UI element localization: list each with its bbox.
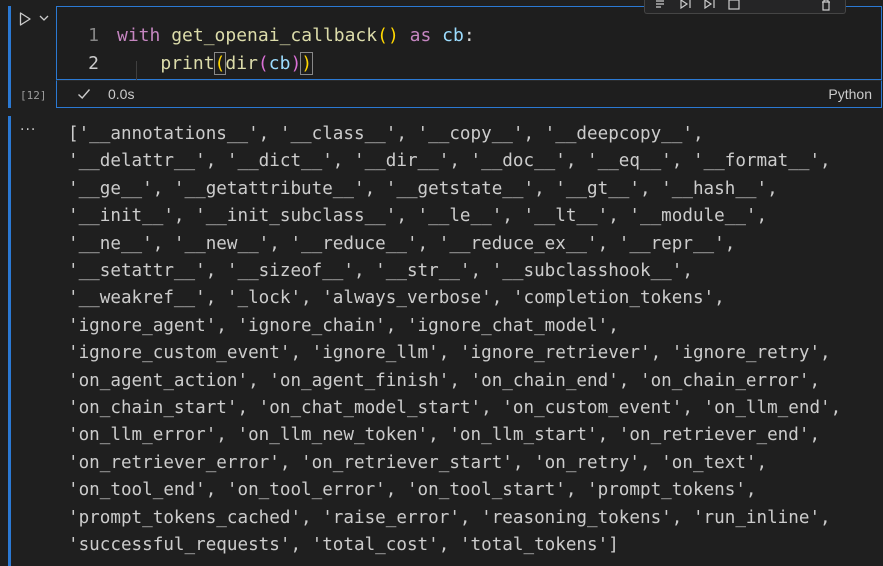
- paren-token: (: [257, 52, 269, 74]
- cell-toolbar: [644, 0, 846, 14]
- code-editor[interactable]: 1 with get_openai_callback() as cb: 2 pr…: [56, 6, 882, 85]
- paren-token: (: [213, 51, 227, 75]
- split-cell-icon[interactable]: [727, 0, 741, 12]
- paren-token: ): [290, 52, 302, 74]
- execution-count: [12]: [20, 89, 47, 102]
- run-cell-button[interactable]: [16, 10, 34, 28]
- function-token: dir: [225, 52, 258, 74]
- line-number: 1: [88, 24, 99, 46]
- output-line: 'on_chain_start', 'on_chat_model_start',…: [68, 398, 842, 419]
- colon-token: :: [463, 24, 475, 46]
- variable-token: cb: [442, 24, 464, 46]
- run-below-icon[interactable]: [703, 0, 717, 12]
- function-token: print: [160, 52, 215, 74]
- output-line: '__setattr__', '__sizeof__', '__str__', …: [68, 261, 693, 282]
- output-line: 'on_tool_end', 'on_tool_error', 'on_tool…: [68, 480, 757, 501]
- cell-focus-bar: [8, 6, 11, 108]
- code-line: 1 with get_openai_callback() as cb:: [57, 22, 475, 48]
- output-line: 'successful_requests', 'total_cost', 'to…: [68, 535, 619, 556]
- cell-output: ['__annotations__', '__class__', '__copy…: [68, 121, 880, 560]
- play-icon: [19, 12, 31, 26]
- run-above-icon[interactable]: [679, 0, 693, 12]
- check-icon: [78, 89, 91, 100]
- language-selector[interactable]: Python: [828, 86, 872, 102]
- output-line: 'on_llm_error', 'on_llm_new_token', 'on_…: [68, 425, 821, 446]
- paren-token: ): [300, 51, 314, 75]
- execute-above-icon[interactable]: [655, 0, 669, 12]
- variable-token: cb: [268, 52, 291, 74]
- line-number: 2: [88, 52, 99, 74]
- code-line: 2 print(dir(cb)): [57, 50, 314, 76]
- output-line: '__ge__', '__getattribute__', '__getstat…: [68, 178, 778, 199]
- output-line: 'prompt_tokens_cached', 'raise_error', '…: [68, 507, 831, 528]
- notebook-view: [12] 1 with get_openai_callback() as cb:…: [0, 0, 883, 566]
- output-focus-bar: [8, 116, 11, 566]
- chevron-down-icon[interactable]: [38, 12, 50, 24]
- delete-cell-icon[interactable]: [819, 0, 833, 12]
- output-line: 'on_retriever_error', 'on_retriever_star…: [68, 452, 768, 473]
- output-line: ['__annotations__', '__class__', '__copy…: [68, 124, 704, 144]
- keyword-token: as: [409, 24, 432, 46]
- function-token: get_openai_callback: [171, 24, 378, 46]
- more-icon[interactable]: ...: [20, 118, 36, 134]
- output-line: 'ignore_agent', 'ignore_chain', 'ignore_…: [68, 315, 619, 336]
- output-line: '__weakref__', '_lock', 'always_verbose'…: [68, 288, 725, 309]
- execution-time: 0.0s: [108, 86, 135, 102]
- output-line: 'ignore_custom_event', 'ignore_llm', 'ig…: [68, 343, 831, 364]
- keyword-token: with: [117, 24, 161, 46]
- output-line: '__ne__', '__new__', '__reduce__', '__re…: [68, 233, 736, 254]
- output-line: '__init__', '__init_subclass__', '__le__…: [68, 206, 768, 227]
- output-line: '__delattr__', '__dict__', '__dir__', '_…: [68, 151, 831, 172]
- output-line: 'on_agent_action', 'on_agent_finish', 'o…: [68, 370, 821, 391]
- paren-token: (): [377, 24, 399, 46]
- cell-status-bar: 0.0s Python: [56, 80, 882, 108]
